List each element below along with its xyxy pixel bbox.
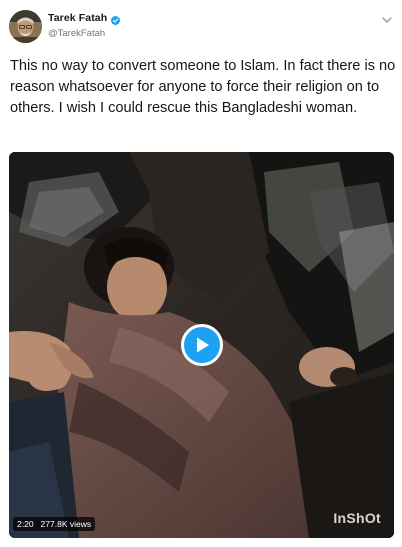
author-name-row[interactable]: Tarek Fatah xyxy=(48,12,121,25)
video-duration: 2:20 xyxy=(17,519,34,529)
play-button[interactable] xyxy=(181,324,223,366)
next-section-peek xyxy=(30,541,130,547)
tweet-text: This no way to convert someone to Islam.… xyxy=(10,58,396,116)
avatar[interactable] xyxy=(9,10,42,43)
tweet-card: Tarek Fatah @TarekFatah This no way to c… xyxy=(0,0,402,547)
video-meta-badge: 2:20 277.8K views xyxy=(13,517,96,531)
video-view-count: 277.8K views xyxy=(40,519,92,529)
video-player[interactable]: 2:20 277.8K views InShOt xyxy=(9,152,394,538)
author-handle[interactable]: @TarekFatah xyxy=(48,28,105,39)
video-watermark: InShOt xyxy=(333,510,381,526)
avatar-image xyxy=(9,10,42,43)
play-icon xyxy=(197,337,209,353)
author-display-name[interactable]: Tarek Fatah xyxy=(48,12,107,24)
chevron-down-icon[interactable] xyxy=(381,12,393,23)
verified-badge-icon xyxy=(110,13,121,25)
